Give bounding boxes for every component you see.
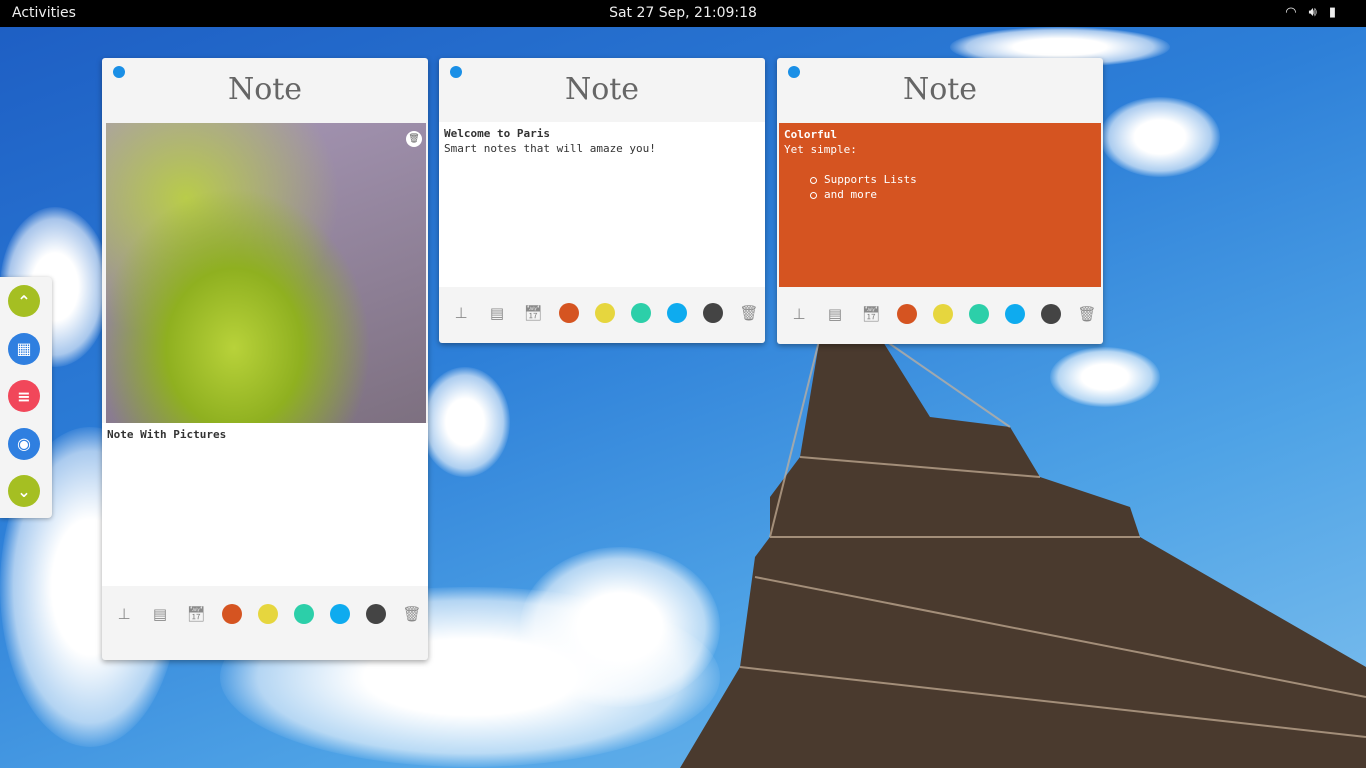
calendar-icon[interactable]: 📅︎ [523,303,543,323]
note-list: Supports Lists and more [810,172,1096,202]
color-swatch-button[interactable] [667,303,687,323]
list-view-button[interactable]: ≡ [8,380,40,412]
note-content[interactable]: Colorful Yet simple: Supports Lists and … [779,123,1101,287]
sidebar: ⌃ ▦ ≡ ◉ ⌄ [0,277,52,518]
color-swatch-button[interactable] [330,604,350,624]
color-swatch-button[interactable] [366,604,386,624]
eiffel-tower [680,337,1366,768]
scroll-up-button[interactable]: ⌃ [8,285,40,317]
color-swatch-button[interactable] [222,604,242,624]
stamp-icon[interactable]: ⊥ [451,303,471,323]
list-view-icon: ≡ [17,386,31,406]
wifi-icon[interactable]: ◠ [1285,5,1296,20]
remove-image-icon[interactable]: 🗑︎ [406,131,422,147]
note-card[interactable]: Note Welcome to Paris Smart notes that w… [439,58,765,343]
color-swatch-button[interactable] [559,303,579,323]
note-text: Smart notes that will amaze you! [444,142,656,155]
list-item: and more [810,187,1096,202]
color-swatch-button[interactable] [595,303,615,323]
color-swatch-button[interactable] [1005,304,1025,324]
color-swatch-button[interactable] [933,304,953,324]
note-content[interactable]: Welcome to Paris Smart notes that will a… [439,122,765,287]
note-heading: Colorful [784,128,837,141]
note-subheading: Yet simple: [784,143,857,156]
trash-icon[interactable]: 🗑︎ [739,303,759,323]
list-icon[interactable]: ▤ [825,304,845,324]
note-title[interactable]: Note [102,72,428,107]
color-swatch-button[interactable] [258,604,278,624]
color-swatch-button[interactable] [703,303,723,323]
note-toolbar: ⊥ ▤ 📅︎ 🗑︎ [777,299,1103,329]
grid-view-button[interactable]: ▦ [8,332,40,365]
list-item: Supports Lists [810,172,1096,187]
color-swatch-button[interactable] [631,303,651,323]
stamp-icon[interactable]: ⊥ [789,304,809,324]
volume-icon[interactable]: 🔊︎ [1309,5,1317,20]
cloud [1100,97,1220,177]
trash-icon[interactable]: 🗑︎ [1077,304,1097,324]
note-card[interactable]: Note Colorful Yet simple: Supports Lists… [777,58,1103,344]
stamp-icon[interactable]: ⊥ [114,604,134,624]
preview-icon: ◉ [17,434,31,453]
list-icon[interactable]: ▤ [487,303,507,323]
clock[interactable]: Sat 27 Sep, 21:09:18 [0,5,1366,21]
color-swatch-button[interactable] [294,604,314,624]
grid-view-icon: ▦ [16,339,32,358]
trash-icon[interactable]: 🗑︎ [402,604,422,624]
note-toolbar: ⊥ ▤ 📅︎ 🗑︎ [439,298,765,328]
color-swatch-button[interactable] [897,304,917,324]
calendar-icon[interactable]: 📅︎ [861,304,881,324]
scroll-down-icon: ⌄ [17,481,31,501]
note-text: Note With Pictures [107,428,227,441]
system-tray[interactable]: ◠ 🔊︎ ▮ [1285,5,1336,20]
note-heading: Welcome to Paris [444,127,550,140]
note-title[interactable]: Note [777,72,1103,107]
note-toolbar: ⊥ ▤ 📅︎ 🗑︎ [102,599,428,629]
color-swatch-button[interactable] [1041,304,1061,324]
cloud [420,367,510,477]
note-content[interactable]: Note With Pictures [102,423,428,586]
list-icon[interactable]: ▤ [150,604,170,624]
preview-button[interactable]: ◉ [8,427,40,460]
note-card[interactable]: Note 🗑︎ Note With Pictures ⊥ ▤ 📅︎ 🗑︎ [102,58,428,660]
note-image: 🗑︎ [106,123,426,423]
scroll-up-icon: ⌃ [17,291,31,311]
calendar-icon[interactable]: 📅︎ [186,604,206,624]
battery-icon[interactable]: ▮ [1329,5,1336,20]
color-swatch-button[interactable] [969,304,989,324]
top-bar: Activities Sat 27 Sep, 21:09:18 ◠ 🔊︎ ▮ [0,0,1366,27]
scroll-down-button[interactable]: ⌄ [8,475,40,507]
note-title[interactable]: Note [439,72,765,107]
